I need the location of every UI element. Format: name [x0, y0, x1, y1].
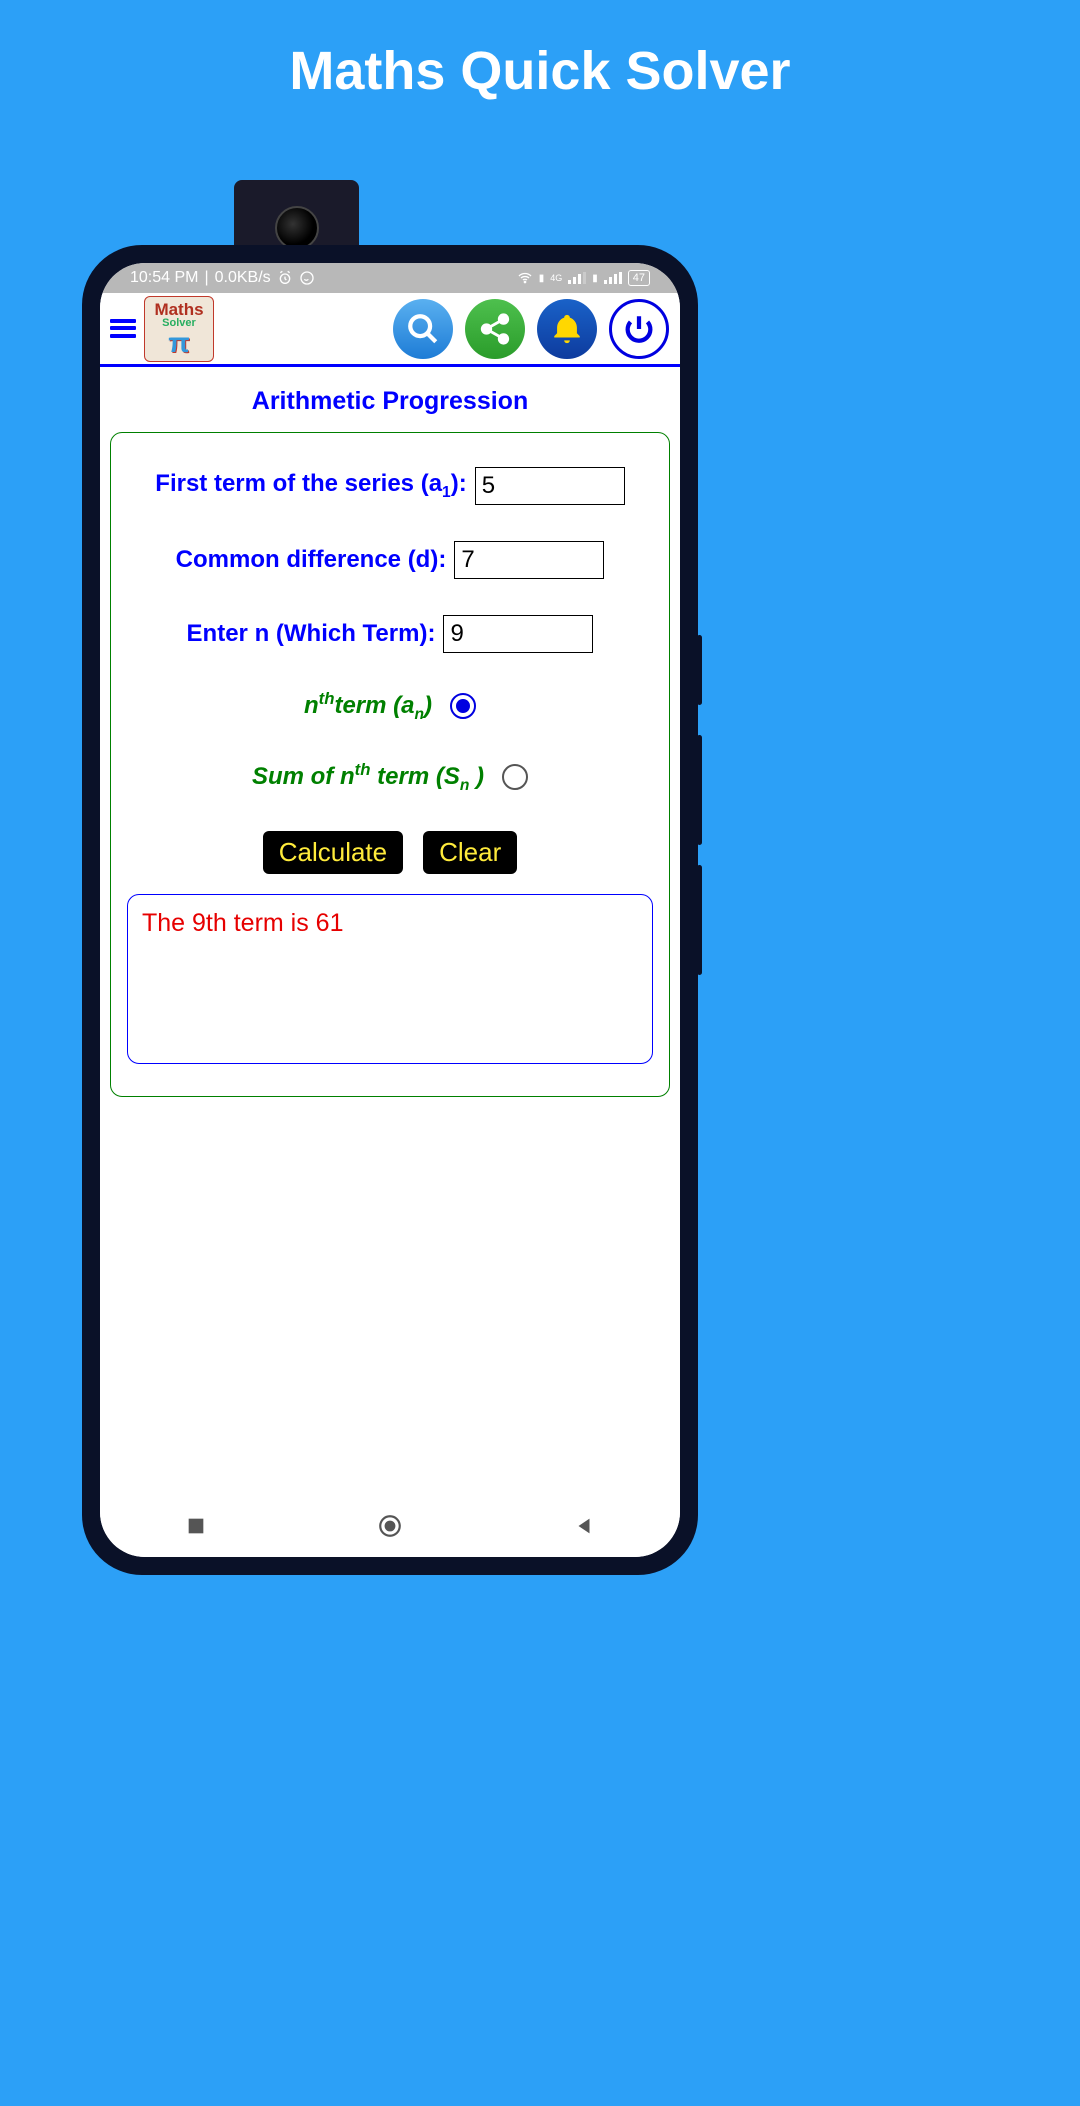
sum-label: Sum of nth term (Sn )	[252, 760, 484, 795]
nth-term-option[interactable]: nthterm (an)	[121, 689, 659, 724]
status-net: 0.0KB/s	[215, 269, 271, 287]
sum-radio[interactable]	[502, 764, 528, 790]
n-row: Enter n (Which Term):	[121, 615, 659, 653]
power-icon	[622, 312, 656, 346]
camera-lens	[275, 206, 319, 250]
page-title: Maths Quick Solver	[0, 0, 1080, 102]
diff-row: Common difference (d):	[121, 541, 659, 579]
content-area: Arithmetic Progression First term of the…	[100, 367, 680, 1107]
nth-term-label: nthterm (an)	[304, 689, 432, 724]
app-header: Maths Solver π	[100, 293, 680, 367]
signal-4g-label: 4G	[550, 273, 562, 283]
phone-frame: 10:54 PM | 0.0KB/s ▮ 4G ▮	[82, 245, 698, 1575]
button-row: Calculate Clear	[121, 831, 659, 874]
battery-icon: 47	[628, 270, 650, 286]
share-button[interactable]	[465, 299, 525, 359]
notification-button[interactable]	[537, 299, 597, 359]
nav-home[interactable]	[377, 1513, 403, 1544]
volume-up-button	[697, 735, 702, 845]
search-button[interactable]	[393, 299, 453, 359]
first-term-input[interactable]	[475, 467, 625, 505]
alarm-icon	[277, 270, 293, 286]
sum-option[interactable]: Sum of nth term (Sn )	[121, 760, 659, 795]
app-logo[interactable]: Maths Solver π	[144, 296, 214, 362]
diff-input[interactable]	[454, 541, 604, 579]
signal-icon-1: ▮	[539, 273, 545, 284]
triangle-back-icon	[573, 1515, 595, 1537]
nav-back[interactable]	[573, 1515, 595, 1542]
share-icon	[478, 312, 512, 346]
form-box: First term of the series (a1): Common di…	[110, 432, 670, 1097]
phone-screen: 10:54 PM | 0.0KB/s ▮ 4G ▮	[100, 263, 680, 1557]
logo-text-maths: Maths	[154, 301, 203, 318]
status-time: 10:54 PM	[130, 269, 198, 287]
volume-down-button	[697, 865, 702, 975]
n-label: Enter n (Which Term):	[187, 620, 436, 648]
first-term-row: First term of the series (a1):	[121, 467, 659, 505]
circle-icon	[377, 1513, 403, 1539]
diff-label: Common difference (d):	[176, 546, 447, 574]
nth-term-radio[interactable]	[450, 693, 476, 719]
power-button[interactable]	[609, 299, 669, 359]
signal-bars-1	[568, 272, 586, 284]
status-bar: 10:54 PM | 0.0KB/s ▮ 4G ▮	[100, 263, 680, 293]
menu-icon[interactable]	[108, 314, 138, 344]
search-icon	[406, 312, 440, 346]
nav-bar	[100, 1499, 680, 1557]
n-input[interactable]	[443, 615, 593, 653]
signal-icon-2: ▮	[592, 273, 598, 284]
wifi-icon	[517, 270, 533, 286]
status-sep: |	[204, 269, 208, 287]
first-term-label: First term of the series (a1):	[155, 470, 466, 502]
section-title: Arithmetic Progression	[110, 387, 670, 416]
clear-button[interactable]: Clear	[423, 831, 517, 874]
logo-pi: π	[168, 329, 189, 357]
bell-icon	[550, 312, 584, 346]
signal-bars-2	[604, 272, 622, 284]
result-box: The 9th term is 61	[127, 894, 653, 1064]
side-button	[697, 635, 702, 705]
calculate-button[interactable]: Calculate	[263, 831, 403, 874]
square-icon	[185, 1515, 207, 1537]
whatsapp-icon	[299, 270, 315, 286]
nav-recent[interactable]	[185, 1515, 207, 1542]
